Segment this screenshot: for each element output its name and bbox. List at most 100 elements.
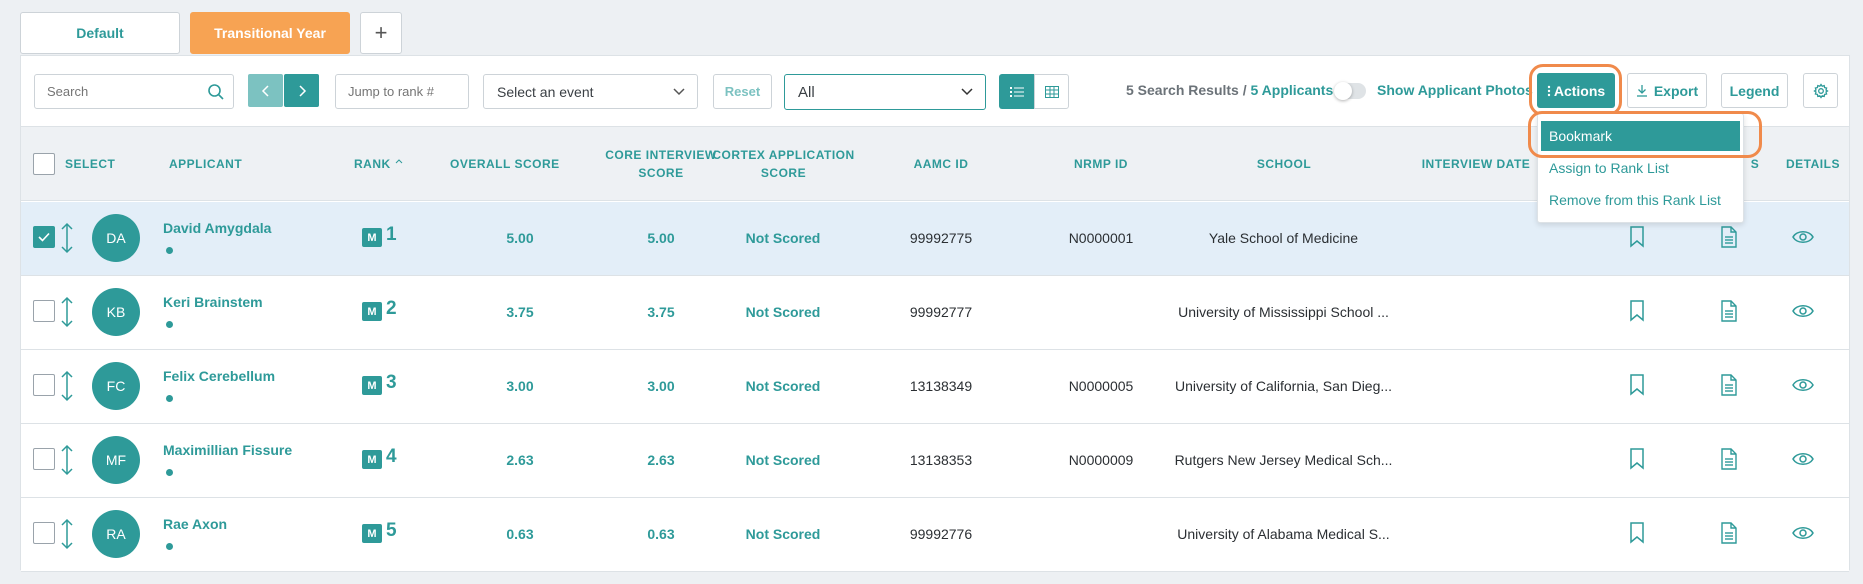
applicant-name-link[interactable]: Felix Cerebellum: [163, 368, 275, 384]
nrmp-id: N0000001: [1068, 230, 1134, 246]
select-all-checkbox[interactable]: [33, 153, 55, 175]
list-icon: [1009, 86, 1024, 97]
cortex-score: Not Scored: [745, 378, 821, 394]
add-tab-button[interactable]: +: [360, 12, 402, 54]
aamc-id: 99992775: [909, 230, 973, 246]
actions-label: Actions: [1553, 82, 1606, 99]
filter-select[interactable]: All: [784, 74, 986, 110]
row-checkbox[interactable]: [33, 448, 55, 470]
school-name: Rutgers New Jersey Medical Sch...: [1174, 452, 1393, 468]
column-nrmp-id: NRMP ID: [1074, 157, 1128, 171]
bookmark-icon[interactable]: [1629, 448, 1645, 470]
chevron-left-icon: [261, 84, 269, 97]
event-select[interactable]: Select an event: [483, 74, 698, 109]
row-checkbox[interactable]: [33, 300, 55, 322]
table-row[interactable]: FC Felix Cerebellum M 3 3.00 3.00 Not Sc…: [21, 350, 1849, 424]
core-interview-score: 0.63: [647, 526, 675, 542]
school-name: University of Alabama Medical S...: [1177, 526, 1390, 542]
applicant-name-link[interactable]: Keri Brainstem: [163, 294, 263, 310]
status-dot: [166, 247, 173, 254]
search-input[interactable]: [35, 75, 195, 108]
status-dot: [166, 321, 173, 328]
chevron-down-icon: [961, 88, 973, 96]
cortex-score: Not Scored: [745, 304, 821, 320]
show-photos-toggle[interactable]: [1334, 82, 1366, 100]
drag-handle-icon[interactable]: [60, 518, 74, 550]
eye-icon[interactable]: [1792, 525, 1814, 541]
tab-default[interactable]: Default: [20, 12, 180, 54]
rank-value: 2: [386, 298, 397, 319]
jump-to-rank-input[interactable]: [336, 75, 468, 108]
cortex-score: Not Scored: [745, 526, 821, 542]
status-dot: [166, 543, 173, 550]
document-icon[interactable]: [1720, 448, 1738, 470]
applicants-count: 5 Applicants: [1250, 82, 1334, 98]
export-button[interactable]: Export: [1627, 73, 1707, 108]
column-cortex-application-score: CORTEX APPLICATION SCORE: [706, 146, 861, 182]
row-checkbox[interactable]: [33, 226, 55, 248]
tab-transitional-year[interactable]: Transitional Year: [190, 12, 350, 54]
column-details: DETAILS: [1786, 157, 1840, 171]
list-view-button[interactable]: [999, 74, 1034, 109]
bookmark-icon[interactable]: [1629, 300, 1645, 322]
search-icon[interactable]: [207, 83, 225, 101]
drag-handle-icon[interactable]: [60, 296, 74, 328]
rank-badge: M: [362, 302, 382, 321]
document-icon[interactable]: [1720, 226, 1738, 248]
legend-button[interactable]: Legend: [1721, 73, 1788, 108]
overall-score: 3.75: [506, 304, 534, 320]
column-rank[interactable]: RANK: [354, 155, 403, 173]
document-icon[interactable]: [1720, 300, 1738, 322]
row-checkbox[interactable]: [33, 374, 55, 396]
settings-button[interactable]: [1803, 73, 1838, 108]
reset-button[interactable]: Reset: [713, 74, 772, 109]
menu-item-bookmark[interactable]: Bookmark: [1541, 121, 1740, 151]
table-row[interactable]: KB Keri Brainstem M 2 3.75 3.75 Not Scor…: [21, 276, 1849, 350]
nrmp-id: N0000009: [1068, 452, 1134, 468]
bookmark-icon[interactable]: [1629, 522, 1645, 544]
document-icon[interactable]: [1720, 374, 1738, 396]
eye-icon[interactable]: [1792, 229, 1814, 245]
drag-handle-icon[interactable]: [60, 370, 74, 402]
applicant-name-link[interactable]: Rae Axon: [163, 516, 227, 532]
status-dot: [166, 395, 173, 402]
avatar: DA: [92, 214, 140, 262]
document-icon[interactable]: [1720, 522, 1738, 544]
column-rank-label: RANK: [354, 157, 391, 171]
download-icon: [1636, 85, 1647, 97]
overall-score: 3.00: [506, 378, 534, 394]
table-row[interactable]: MF Maximillian Fissure M 4 2.63 2.63 Not…: [21, 424, 1849, 498]
rank-badge: M: [362, 450, 382, 469]
row-checkbox[interactable]: [33, 522, 55, 544]
avatar: MF: [92, 436, 140, 484]
column-aamc-id: AAMC ID: [913, 157, 969, 171]
table-row[interactable]: RA Rae Axon M 5 0.63 0.63 Not Scored 999…: [21, 498, 1849, 572]
cortex-score: Not Scored: [745, 230, 821, 246]
eye-icon[interactable]: [1792, 303, 1814, 319]
aamc-id: 99992776: [909, 526, 973, 542]
core-interview-score: 3.00: [647, 378, 675, 394]
results-count: 5 Search Results: [1126, 82, 1239, 98]
bookmark-icon[interactable]: [1629, 226, 1645, 248]
eye-icon[interactable]: [1792, 451, 1814, 467]
eye-icon[interactable]: [1792, 377, 1814, 393]
status-dot: [166, 469, 173, 476]
menu-item-assign-to-rank-list[interactable]: Assign to Rank List: [1538, 160, 1743, 176]
avatar: KB: [92, 288, 140, 336]
menu-item-remove-from-rank-list[interactable]: Remove from this Rank List: [1538, 192, 1743, 208]
column-cortex-line1: CORTEX APPLICATION: [712, 148, 855, 162]
chevron-down-icon: [673, 88, 685, 96]
aamc-id: 99992777: [909, 304, 973, 320]
cortex-score: Not Scored: [745, 452, 821, 468]
drag-handle-icon[interactable]: [60, 444, 74, 476]
rank-value: 4: [386, 446, 397, 467]
previous-button[interactable]: [248, 74, 283, 107]
applicant-name-link[interactable]: David Amygdala: [163, 220, 271, 236]
grid-view-button[interactable]: [1034, 74, 1069, 109]
actions-button[interactable]: Actions: [1537, 73, 1615, 108]
applicant-name-link[interactable]: Maximillian Fissure: [163, 442, 292, 458]
drag-handle-icon[interactable]: [60, 222, 74, 254]
bookmark-icon[interactable]: [1629, 374, 1645, 396]
rank-value: 5: [386, 520, 397, 541]
next-button[interactable]: [284, 74, 319, 107]
